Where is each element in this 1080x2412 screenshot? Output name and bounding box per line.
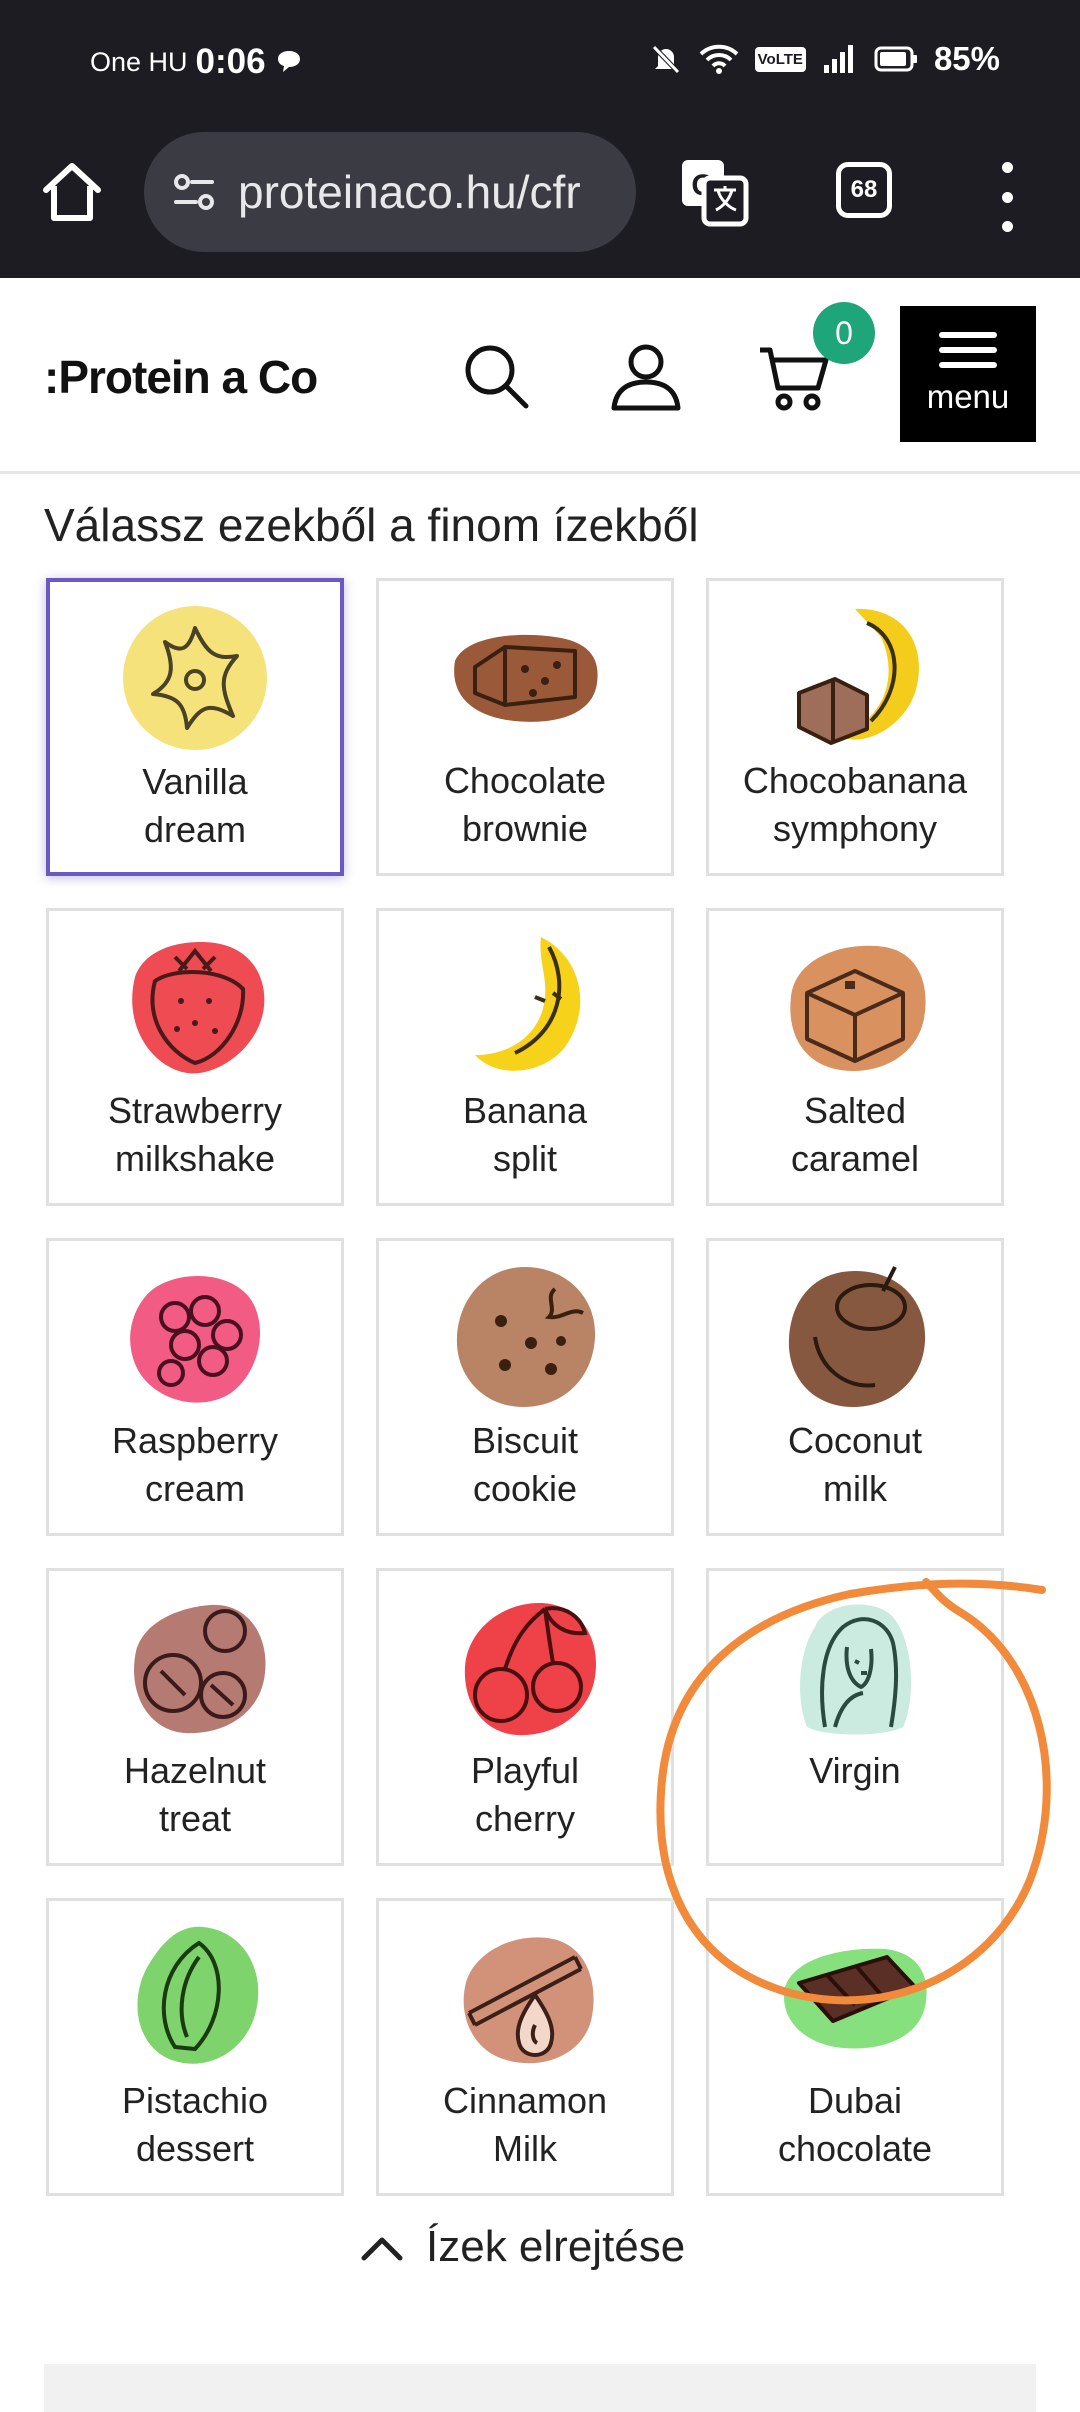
flavor-tile-cinnamon-milk[interactable]: Cinnamon Milk <box>376 1898 674 2196</box>
flavor-tile-strawberry-milkshake[interactable]: Strawberry milkshake <box>46 908 344 1206</box>
cart-count-badge: 0 <box>813 302 875 364</box>
flavor-tile-pistachio-dessert[interactable]: Pistachio dessert <box>46 1898 344 2196</box>
menu-label: menu <box>926 378 1010 415</box>
message-bubble-icon <box>277 51 300 72</box>
flavor-label: Salted caramel <box>790 1090 920 1179</box>
tab-switcher-button[interactable]: 68 <box>836 162 892 218</box>
translate-icon[interactable]: G <box>678 156 750 228</box>
flavor-label: Banana split <box>462 1090 588 1179</box>
caramel-icon <box>790 945 926 1072</box>
battery-percent: 85% <box>933 40 1000 77</box>
battery-icon <box>874 46 917 72</box>
flavor-tile-banana-split[interactable]: Banana split <box>376 908 674 1206</box>
flavor-tile-vanilla-dream[interactable]: Vanilla dream <box>46 578 344 876</box>
flavor-label: Hazelnut treat <box>123 1750 267 1839</box>
flavor-tile-virgin[interactable]: Virgin <box>706 1568 1004 1866</box>
flavor-label: Chocobanana symphony <box>742 760 968 849</box>
browser-toolbar: proteinaco.hu/cfr G 68 <box>0 118 1080 278</box>
cinnamon-icon <box>463 1937 594 2064</box>
status-bar: One HU 0:06 VoLTE 85% <box>0 0 1080 118</box>
flavor-label: Biscuit cookie <box>471 1420 579 1509</box>
virgin-figure-icon <box>800 1604 912 1735</box>
clock: 0:06 <box>195 42 266 81</box>
volte-badge: VoLTE <box>754 46 806 72</box>
flavor-tile-biscuit-cookie[interactable]: Biscuit cookie <box>376 1238 674 1536</box>
account-icon[interactable] <box>608 338 684 414</box>
cherry-icon <box>464 1603 596 1736</box>
flavor-label: Playful cherry <box>470 1750 580 1839</box>
flavor-label: Virgin <box>809 1750 901 1791</box>
banana-icon <box>475 937 581 1071</box>
menu-button[interactable]: menu <box>900 306 1036 442</box>
flavor-label: Pistachio dessert <box>121 2080 269 2169</box>
signal-icon <box>823 45 853 73</box>
bell-muted-icon <box>651 45 680 74</box>
flavor-tile-dubai-chocolate[interactable]: Dubai chocolate <box>706 1898 1004 2196</box>
strawberry-icon <box>132 942 265 1074</box>
flavor-tile-playful-cherry[interactable]: Playful cherry <box>376 1568 674 1866</box>
hide-flavors-link[interactable]: Ízek elrejtése <box>360 2222 685 2272</box>
cookie-icon <box>456 1267 596 1407</box>
chevron-up-icon <box>361 2237 403 2261</box>
home-icon[interactable] <box>38 158 106 226</box>
site-header: :Protein a Co 0 menu <box>0 278 1080 474</box>
wifi-icon <box>699 44 739 74</box>
flavor-tile-chocolate-brownie[interactable]: Chocolate brownie <box>376 578 674 876</box>
flavor-label: Strawberry milkshake <box>107 1090 283 1179</box>
dubai-chocolate-icon <box>784 1948 927 2049</box>
vanilla-flower-icon <box>123 606 267 750</box>
hide-flavors-label: Ízek elrejtése <box>426 2222 686 2271</box>
flavor-tile-coconut-milk[interactable]: Coconut milk <box>706 1238 1004 1536</box>
carrier-name: One HU <box>90 46 188 77</box>
site-logo[interactable]: :Protein a Co <box>44 350 318 404</box>
flavors-title: Válassz ezekből a finom ízekből <box>44 499 699 551</box>
next-section-box <box>44 2364 1036 2412</box>
status-right: VoLTE 85% <box>649 40 1000 78</box>
flavor-label: Dubai chocolate <box>777 2080 933 2169</box>
coconut-icon <box>788 1266 926 1407</box>
flavor-label: Raspberry cream <box>111 1420 279 1509</box>
chocobanana-icon <box>797 608 919 745</box>
raspberry-icon <box>130 1275 261 1403</box>
flavor-tile-raspberry-cream[interactable]: Raspberry cream <box>46 1238 344 1536</box>
flavor-tile-salted-caramel[interactable]: Salted caramel <box>706 908 1004 1206</box>
url-text: proteinaco.hu/cfr <box>238 166 581 218</box>
flavor-tile-hazelnut-treat[interactable]: Hazelnut treat <box>46 1568 344 1866</box>
brownie-icon <box>454 634 598 722</box>
more-options-icon[interactable] <box>990 162 1024 232</box>
pistachio-icon <box>137 1926 259 2064</box>
site-settings-icon[interactable] <box>170 168 218 216</box>
flavor-label: Chocolate brownie <box>443 760 607 849</box>
flavor-label: Cinnamon Milk <box>442 2080 608 2169</box>
hamburger-icon <box>939 332 997 368</box>
status-left: One HU 0:06 <box>90 42 304 82</box>
address-bar[interactable]: proteinaco.hu/cfr <box>144 132 636 252</box>
flavor-label: Vanilla dream <box>142 761 248 850</box>
hazelnut-icon <box>134 1604 266 1734</box>
flavor-label: Coconut milk <box>787 1420 923 1509</box>
flavor-tile-chocobanana-symphony[interactable]: Chocobanana symphony <box>706 578 1004 876</box>
search-icon[interactable] <box>458 338 534 414</box>
